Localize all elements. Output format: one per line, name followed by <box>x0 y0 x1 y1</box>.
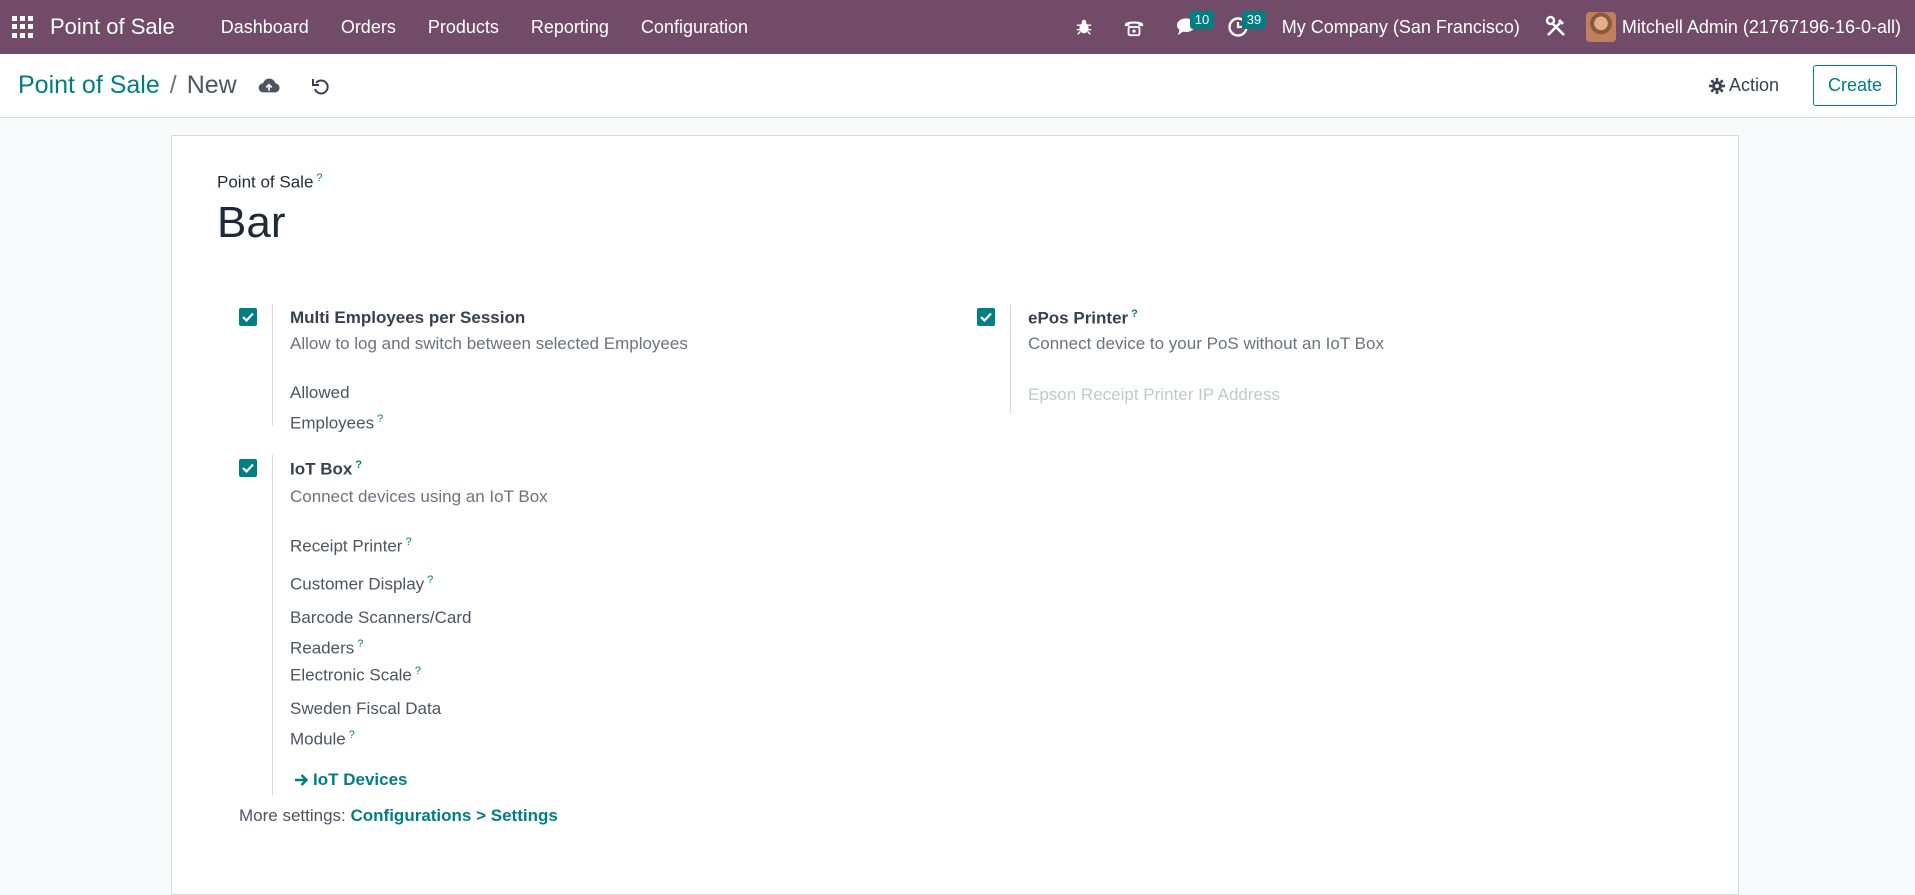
breadcrumb-current: New <box>186 71 237 99</box>
multi-employees-checkbox[interactable] <box>239 308 257 326</box>
electronic-scale-label: Electronic Scale? <box>290 665 422 685</box>
sweden-fiscal-tooltip[interactable]: ? <box>349 729 355 741</box>
electronic-scale-tooltip[interactable]: ? <box>415 665 421 677</box>
user-menu[interactable]: Mitchell Admin (21767196-16-0-all) <box>1585 12 1915 42</box>
epos-printer-checkbox[interactable] <box>977 308 995 326</box>
configurations-settings-link[interactable]: Configurations > Settings <box>351 806 558 825</box>
name-help-tooltip[interactable]: ? <box>316 172 322 184</box>
navbar-systray: 10 39 My Company (San Francisco) Mitchel… <box>1060 0 1915 54</box>
customer-display-label: Customer Display? <box>290 574 434 594</box>
user-avatar <box>1585 12 1616 42</box>
activities-clock-icon[interactable]: 39 <box>1212 0 1267 54</box>
top-navbar: Point of Sale Dashboard Orders Products … <box>0 0 1915 54</box>
company-switcher[interactable]: My Company (San Francisco) <box>1264 17 1540 38</box>
control-panel-actions: Action Create <box>1708 65 1897 106</box>
pos-name-input[interactable]: Bar <box>217 198 285 248</box>
allowed-employees-label: Allowed Employees? <box>290 383 384 433</box>
name-field-label: Point of Sale? <box>217 172 323 192</box>
save-cloud-icon[interactable] <box>257 74 281 98</box>
messages-chat-icon[interactable]: 10 <box>1160 0 1215 54</box>
arrow-right-icon <box>295 774 309 786</box>
iot-box-checkbox[interactable] <box>239 459 257 477</box>
iot-box-tooltip[interactable]: ? <box>355 459 362 471</box>
customer-display-tooltip[interactable]: ? <box>427 574 433 586</box>
epos-printer-border <box>1010 304 1011 414</box>
form-sheet: Point of Sale? Bar Multi Employees per S… <box>171 135 1739 895</box>
more-settings: More settings: Configurations > Settings <box>239 806 558 825</box>
check-icon <box>242 463 254 473</box>
breadcrumb-separator: / <box>169 71 177 99</box>
check-icon <box>242 312 254 322</box>
gear-icon <box>1708 77 1725 94</box>
receipt-printer-label: Receipt Printer? <box>290 536 412 556</box>
menu-configuration[interactable]: Configuration <box>625 17 764 38</box>
menu-products[interactable]: Products <box>412 17 515 38</box>
iot-devices-link[interactable]: IoT Devices <box>294 767 408 793</box>
multi-employees-border <box>272 304 273 426</box>
epos-printer-description: Connect device to your PoS without an Io… <box>1028 334 1384 353</box>
multi-employees-title: Multi Employees per Session <box>290 308 526 327</box>
check-icon <box>980 312 992 322</box>
create-button[interactable]: Create <box>1812 65 1897 106</box>
menu-dashboard[interactable]: Dashboard <box>205 17 325 38</box>
sweden-fiscal-label: Sweden Fiscal Data Module? <box>290 699 442 749</box>
epos-printer-title: ePos Printer? <box>1028 308 1138 328</box>
epos-printer-tooltip[interactable]: ? <box>1131 308 1138 320</box>
messages-count-badge: 10 <box>1189 11 1215 29</box>
phone-icon[interactable] <box>1108 0 1160 54</box>
tools-settings-icon[interactable] <box>1540 0 1586 54</box>
multi-employees-description: Allow to log and switch between selected… <box>290 334 688 353</box>
action-menu-button[interactable]: Action <box>1708 75 1779 96</box>
debug-bug-icon[interactable] <box>1060 0 1108 54</box>
menu-reporting[interactable]: Reporting <box>515 17 625 38</box>
barcode-scanners-label: Barcode Scanners/Card Readers? <box>290 608 472 658</box>
user-name: Mitchell Admin (21767196-16-0-all) <box>1621 16 1901 37</box>
breadcrumb: Point of Sale / New <box>18 71 237 100</box>
iot-box-description: Connect devices using an IoT Box <box>290 487 548 506</box>
app-brand[interactable]: Point of Sale <box>50 14 175 40</box>
receipt-printer-tooltip[interactable]: ? <box>405 536 411 548</box>
menu-orders[interactable]: Orders <box>325 17 412 38</box>
apps-menu-icon[interactable] <box>12 16 34 38</box>
allowed-employees-tooltip[interactable]: ? <box>377 413 383 425</box>
action-label: Action <box>1728 75 1779 95</box>
control-panel: Point of Sale / New Action Create <box>0 54 1915 118</box>
activities-count-badge: 39 <box>1241 11 1267 29</box>
breadcrumb-parent[interactable]: Point of Sale <box>18 71 160 100</box>
epson-ip-input[interactable]: Epson Receipt Printer IP Address <box>1028 385 1280 405</box>
discard-undo-icon[interactable] <box>309 74 333 98</box>
iot-box-title: IoT Box? <box>290 459 363 479</box>
iot-box-border <box>272 455 273 795</box>
barcode-scanners-tooltip[interactable]: ? <box>357 638 363 650</box>
